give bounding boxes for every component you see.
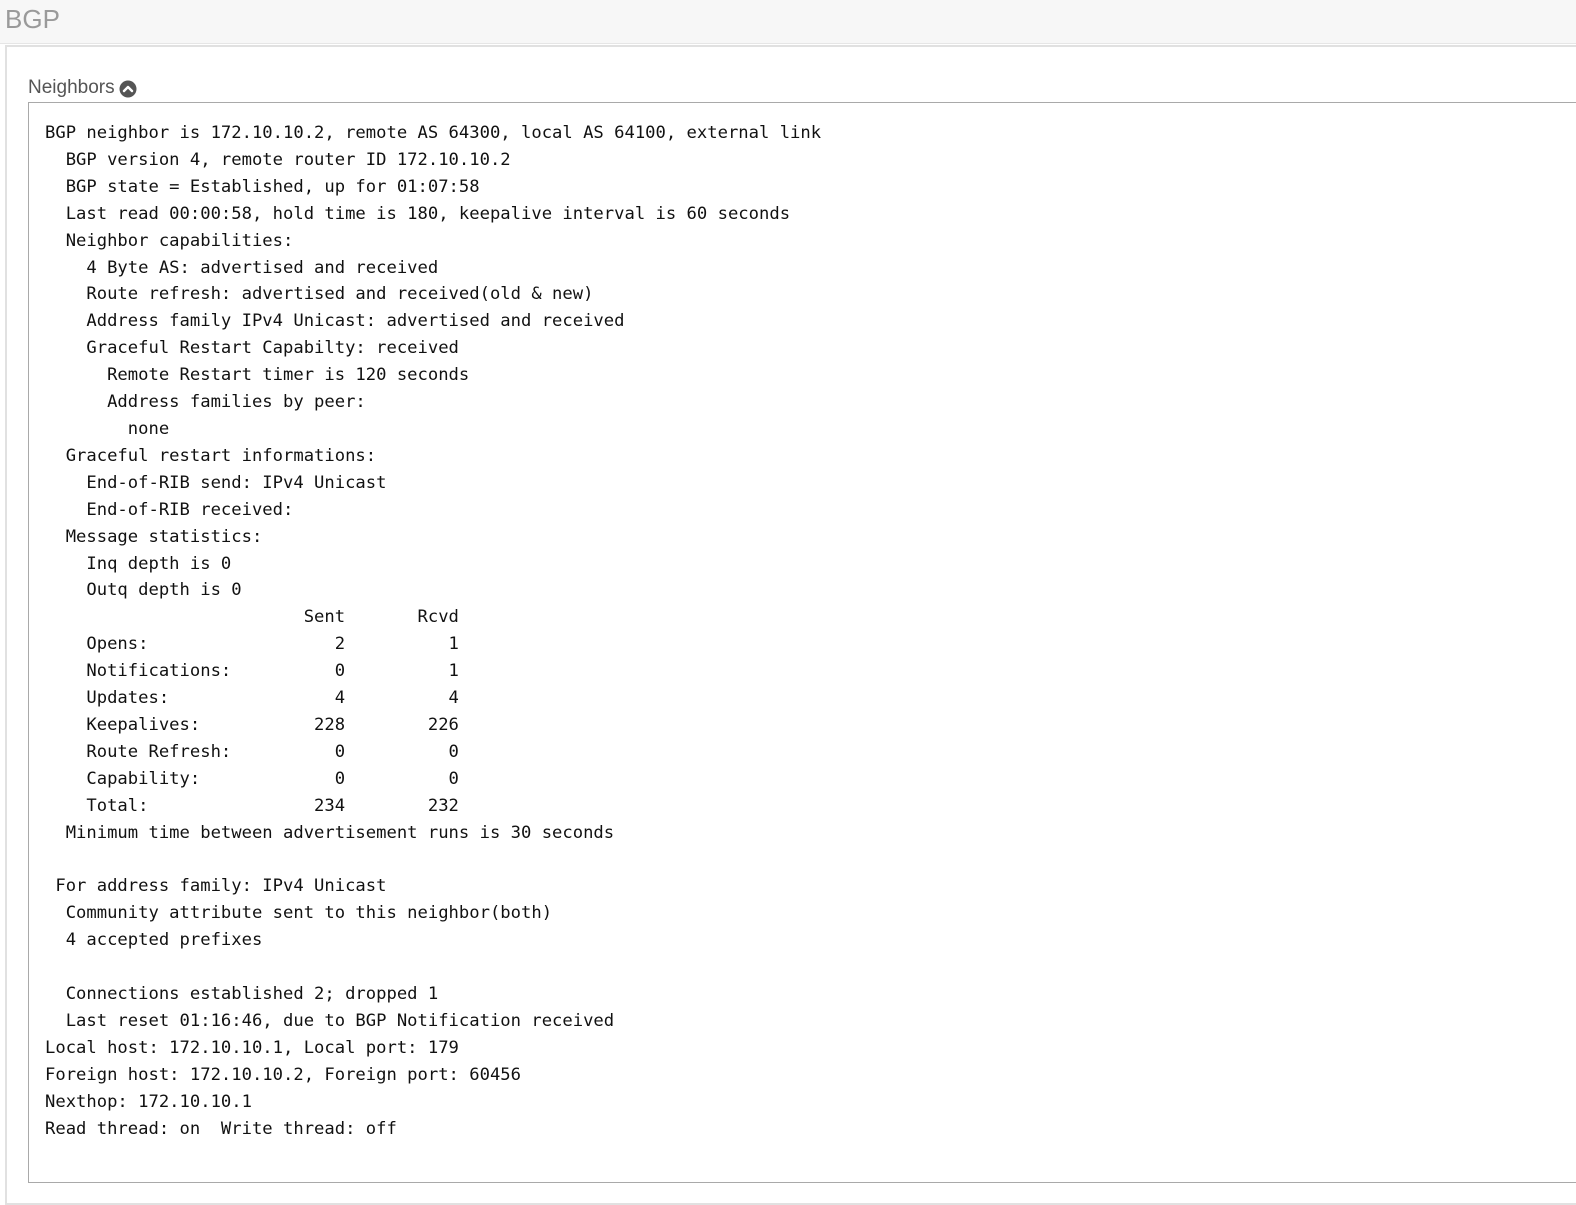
- page-title: BGP: [5, 4, 60, 34]
- neighbor-output-text: BGP neighbor is 172.10.10.2, remote AS 6…: [45, 123, 822, 1139]
- neighbors-section-toggle[interactable]: Neighbors: [28, 76, 137, 100]
- neighbors-section-label: Neighbors: [28, 77, 115, 98]
- page-header: BGP: [0, 0, 1576, 44]
- neighbor-output-box[interactable]: BGP neighbor is 172.10.10.2, remote AS 6…: [28, 102, 1576, 1183]
- chevron-up-circle-icon[interactable]: [119, 80, 137, 98]
